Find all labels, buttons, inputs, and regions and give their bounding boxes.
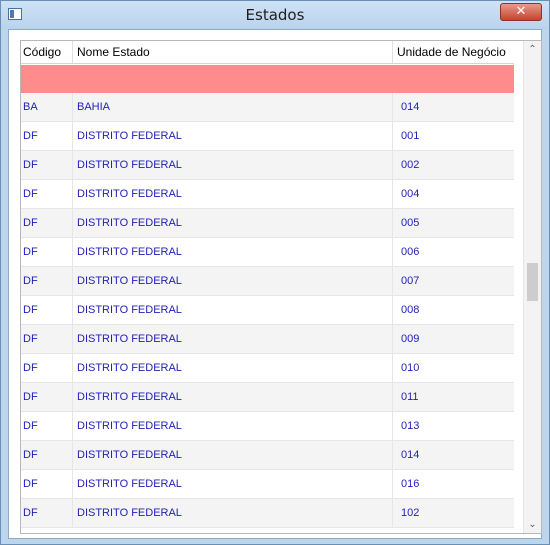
table-row[interactable]: DF DISTRITO FEDERAL 016 <box>21 470 514 499</box>
cell-nome-estado: DISTRITO FEDERAL <box>73 325 393 353</box>
cell-codigo: DF <box>21 470 73 498</box>
chevron-up-icon[interactable]: ⌃ <box>524 41 541 58</box>
cell-codigo: DF <box>21 441 73 469</box>
cell-nome-estado: DISTRITO FEDERAL <box>73 180 393 208</box>
table-row[interactable]: DF DISTRITO FEDERAL 013 <box>21 412 514 441</box>
cell-unidade-negocio: 005 <box>401 217 420 229</box>
scroll-thumb[interactable] <box>527 263 538 301</box>
cell-codigo: DF <box>21 122 73 150</box>
table-row[interactable]: DF DISTRITO FEDERAL 005 <box>21 209 514 238</box>
cell-nome-estado: DISTRITO FEDERAL <box>73 412 393 440</box>
cell-nome-estado: DISTRITO FEDERAL <box>73 383 393 411</box>
estados-window: Estados ✕ Código Nome Estado Unidade de … <box>0 0 550 545</box>
estados-grid: Código Nome Estado Unidade de Negócio BA… <box>20 40 542 534</box>
window-title: Estados <box>245 6 305 24</box>
cell-nome-estado: DISTRITO FEDERAL <box>73 209 393 237</box>
table-row[interactable]: DF DISTRITO FEDERAL 014 <box>21 441 514 470</box>
cell-nome-estado: DISTRITO FEDERAL <box>73 238 393 266</box>
cell-unidade-negocio: 006 <box>401 246 420 258</box>
cell-nome-estado: DISTRITO FEDERAL <box>73 151 393 179</box>
cell-nome-estado: BAHIA <box>73 93 393 121</box>
cell-unidade-negocio: 010 <box>401 362 420 374</box>
cell-unidade-negocio: 002 <box>401 159 420 171</box>
cell-nome-estado: DISTRITO FEDERAL <box>73 296 393 324</box>
cell-codigo: BA <box>21 93 73 121</box>
cell-unidade-negocio: 102 <box>401 507 420 519</box>
column-header-nome-estado[interactable]: Nome Estado <box>73 41 393 63</box>
cell-nome-estado: DISTRITO FEDERAL <box>73 499 393 527</box>
cell-nome-estado: DISTRITO FEDERAL <box>73 267 393 295</box>
close-button[interactable]: ✕ <box>500 3 542 21</box>
cell-nome-estado: DISTRITO FEDERAL <box>73 470 393 498</box>
column-header-codigo[interactable]: Código <box>21 41 73 63</box>
cell-unidade-negocio: 008 <box>401 304 420 316</box>
column-header-unidade-negocio[interactable]: Unidade de Negócio <box>393 41 514 63</box>
cell-unidade-negocio: 007 <box>401 275 420 287</box>
cell-codigo: DF <box>21 151 73 179</box>
table-row[interactable]: DF DISTRITO FEDERAL 004 <box>21 180 514 209</box>
cell-unidade-negocio: 014 <box>401 449 420 461</box>
cell-unidade-negocio: 009 <box>401 333 420 345</box>
title-bar[interactable]: Estados ✕ <box>1 1 549 29</box>
table-row[interactable]: DF DISTRITO FEDERAL 009 <box>21 325 514 354</box>
cell-codigo: DF <box>21 209 73 237</box>
grid-rows: BA BAHIA 014 DF DISTRITO FEDERAL 001 DF DISTRIT… <box>21 93 514 528</box>
cell-nome-estado: DISTRITO FEDERAL <box>73 354 393 382</box>
cell-codigo: DF <box>21 267 73 295</box>
table-row[interactable]: DF DISTRITO FEDERAL 007 <box>21 267 514 296</box>
cell-unidade-negocio: 014 <box>401 101 420 113</box>
table-row[interactable]: DF DISTRITO FEDERAL 011 <box>21 383 514 412</box>
table-row[interactable]: DF DISTRITO FEDERAL 008 <box>21 296 514 325</box>
cell-unidade-negocio: 016 <box>401 478 420 490</box>
cell-codigo: DF <box>21 354 73 382</box>
cell-codigo: DF <box>21 238 73 266</box>
table-row[interactable]: DF DISTRITO FEDERAL 102 <box>21 499 514 528</box>
cell-unidade-negocio: 004 <box>401 188 420 200</box>
cell-codigo: DF <box>21 180 73 208</box>
table-row[interactable]: DF DISTRITO FEDERAL 010 <box>21 354 514 383</box>
grid-header: Código Nome Estado Unidade de Negócio <box>21 41 514 64</box>
cell-unidade-negocio: 011 <box>401 391 419 403</box>
cell-codigo: DF <box>21 296 73 324</box>
cell-unidade-negocio: 013 <box>401 420 420 432</box>
cell-codigo: DF <box>21 383 73 411</box>
table-row[interactable]: DF DISTRITO FEDERAL 001 <box>21 122 514 151</box>
vertical-scrollbar[interactable]: ⌃ ⌄ <box>523 41 541 533</box>
table-row[interactable]: DF DISTRITO FEDERAL 002 <box>21 151 514 180</box>
cell-nome-estado: DISTRITO FEDERAL <box>73 122 393 150</box>
table-row[interactable]: BA BAHIA 014 <box>21 93 514 122</box>
cell-codigo: DF <box>21 325 73 353</box>
window-content: Código Nome Estado Unidade de Negócio BA… <box>8 29 542 539</box>
chevron-down-icon[interactable]: ⌄ <box>524 516 541 533</box>
filter-row[interactable] <box>21 65 514 93</box>
cell-codigo: DF <box>21 499 73 527</box>
cell-nome-estado: DISTRITO FEDERAL <box>73 441 393 469</box>
table-row[interactable]: DF DISTRITO FEDERAL 006 <box>21 238 514 267</box>
cell-unidade-negocio: 001 <box>401 130 420 142</box>
cell-codigo: DF <box>21 412 73 440</box>
